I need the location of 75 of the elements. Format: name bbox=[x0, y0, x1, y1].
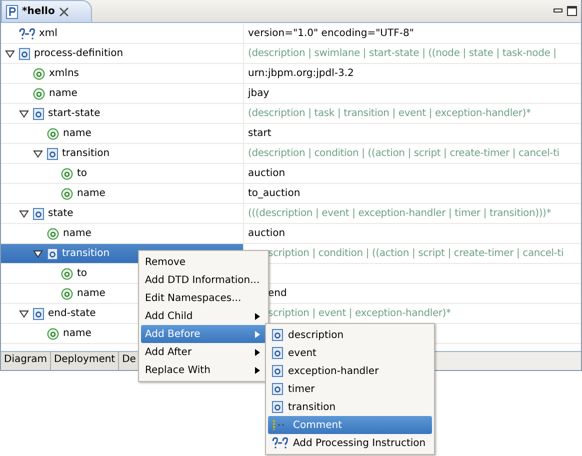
menu-item[interactable]: timer bbox=[268, 380, 432, 398]
attribute-icon bbox=[61, 188, 73, 200]
expand-triangle-icon[interactable] bbox=[19, 310, 29, 318]
menu-item[interactable]: Add Processing Instruction bbox=[268, 434, 432, 452]
tree-node[interactable]: name bbox=[1, 84, 244, 103]
element-icon bbox=[33, 108, 44, 120]
tree-node[interactable]: name bbox=[1, 124, 244, 143]
submenu-arrow-icon bbox=[254, 330, 260, 338]
node-value: scription | condition | ((action | script | create-timer | cancel-ti bbox=[268, 248, 564, 259]
menu-item[interactable]: transition bbox=[268, 398, 432, 416]
node-value: (description | task | transition | event | exception-handler)* bbox=[248, 108, 531, 119]
element-icon bbox=[272, 383, 283, 395]
node-value: end bbox=[268, 288, 287, 299]
node-value: urn:jbpm.org:jpdl-3.2 bbox=[248, 68, 354, 79]
menu-item[interactable]: description bbox=[268, 326, 432, 344]
element-icon bbox=[272, 329, 283, 341]
expand-triangle-icon[interactable] bbox=[19, 210, 29, 218]
element-icon bbox=[47, 148, 58, 160]
tree-node[interactable]: state bbox=[1, 204, 244, 223]
close-icon[interactable] bbox=[58, 6, 69, 16]
node-value: (description | condition | ((action | script | create-timer | cancel-ti bbox=[248, 148, 560, 159]
expand-triangle-icon[interactable] bbox=[5, 50, 15, 58]
attribute-icon bbox=[33, 68, 45, 80]
tree-node[interactable]: process-definition bbox=[1, 44, 244, 63]
tree-node[interactable]: to bbox=[1, 164, 244, 183]
node-value: (((description | event | exception-handler | timer | transition)))* bbox=[248, 208, 552, 219]
element-icon bbox=[272, 347, 283, 359]
tree-node[interactable]: name bbox=[1, 224, 244, 243]
process-file-icon bbox=[6, 4, 18, 18]
submenu-arrow-icon bbox=[254, 312, 260, 320]
menu-item[interactable]: Add After bbox=[141, 343, 266, 361]
tree-node[interactable]: transition bbox=[1, 144, 244, 163]
processing-instruction-icon bbox=[19, 28, 35, 40]
node-value: (description | swimlane | start-state | ((node | state | task-node | bbox=[248, 48, 556, 59]
page-tab[interactable]: Diagram bbox=[1, 352, 51, 370]
page-tab[interactable]: Deployment bbox=[50, 352, 120, 370]
tree-node[interactable]: xml bbox=[1, 24, 244, 43]
page-tab[interactable]: De bbox=[119, 352, 140, 370]
tree-node[interactable]: name bbox=[1, 184, 244, 203]
attribute-icon bbox=[61, 168, 73, 180]
expand-triangle-icon[interactable] bbox=[19, 110, 29, 118]
node-value: auction bbox=[248, 168, 286, 179]
menu-item[interactable]: exception-handler bbox=[268, 362, 432, 380]
menu-item[interactable]: Replace With bbox=[141, 361, 266, 379]
editor-tab[interactable]: *hello bbox=[1, 0, 92, 22]
maximize-icon[interactable] bbox=[567, 6, 577, 16]
menu-item[interactable]: Comment bbox=[268, 416, 432, 434]
element-icon bbox=[33, 308, 44, 320]
node-value: jbay bbox=[248, 88, 270, 99]
node-value: version="1.0" encoding="UTF-8" bbox=[248, 28, 414, 39]
submenu-arrow-icon bbox=[254, 348, 260, 356]
expand-triangle-icon[interactable] bbox=[33, 150, 43, 158]
tree-node[interactable]: start-state bbox=[1, 104, 244, 123]
attribute-icon bbox=[61, 288, 73, 300]
node-value: to_auction bbox=[248, 188, 300, 199]
node-value: auction bbox=[248, 228, 286, 239]
processing-instruction-icon bbox=[272, 437, 288, 449]
tree-node[interactable]: xmlns bbox=[1, 64, 244, 83]
element-icon bbox=[272, 365, 283, 377]
element-icon bbox=[19, 48, 30, 60]
element-icon bbox=[33, 208, 44, 220]
element-icon bbox=[47, 248, 58, 260]
attribute-icon bbox=[47, 328, 59, 340]
node-value: start bbox=[248, 128, 272, 139]
element-icon bbox=[272, 401, 283, 413]
submenu-arrow-icon bbox=[254, 366, 260, 374]
attribute-icon bbox=[47, 228, 59, 240]
menu-item[interactable]: event bbox=[268, 344, 432, 362]
node-value: scription | event | exception-handler)* bbox=[268, 308, 451, 319]
tab-title: *hello bbox=[22, 6, 55, 17]
menu-item[interactable]: Add Before bbox=[141, 325, 266, 343]
expand-triangle-icon[interactable] bbox=[33, 250, 43, 258]
attribute-icon bbox=[33, 88, 45, 100]
attribute-icon bbox=[61, 268, 73, 280]
attribute-icon bbox=[47, 128, 59, 140]
